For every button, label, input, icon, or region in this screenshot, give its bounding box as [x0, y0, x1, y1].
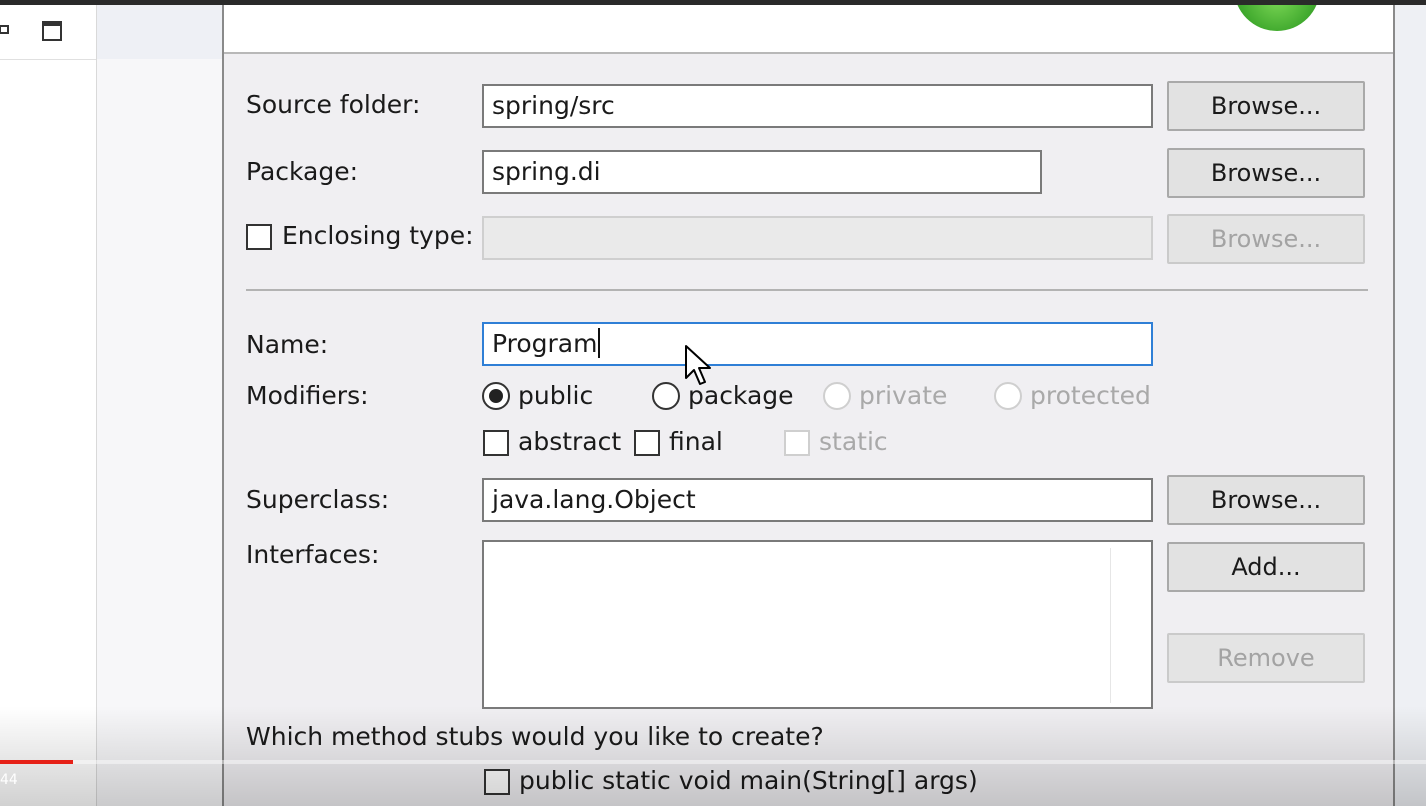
radio-selected-dot [489, 389, 503, 403]
modifier-private-radio[interactable] [823, 382, 851, 410]
right-background-strip [1393, 5, 1426, 806]
modifier-protected-radio[interactable] [994, 382, 1022, 410]
superclass-browse-button[interactable]: Browse... [1167, 475, 1365, 525]
abstract-label: abstract [518, 427, 622, 456]
modifier-public-radio[interactable] [482, 382, 510, 410]
enclosing-type-label: Enclosing type: [282, 221, 474, 250]
final-label: final [669, 427, 723, 456]
name-field[interactable]: Program [482, 322, 1153, 366]
section-separator [246, 289, 1368, 291]
name-field-value: Program [492, 329, 598, 358]
left-view-panel [0, 5, 97, 806]
method-stubs-question: Which method stubs would you like to cre… [246, 722, 824, 751]
abstract-checkbox[interactable] [483, 430, 509, 456]
modifiers-label: Modifiers: [246, 381, 369, 410]
enclosing-type-field[interactable] [482, 216, 1153, 260]
modifier-protected-label: protected [1030, 381, 1151, 410]
interfaces-remove-button[interactable]: Remove [1167, 633, 1365, 683]
enclosing-type-browse-button[interactable]: Browse... [1167, 214, 1365, 264]
static-label: static [819, 427, 888, 456]
package-browse-button[interactable]: Browse... [1167, 148, 1365, 198]
enclosing-type-checkbox[interactable] [246, 224, 272, 250]
left-panel-toolbar [0, 5, 96, 60]
modifier-package-radio[interactable] [652, 382, 680, 410]
final-checkbox[interactable] [634, 430, 660, 456]
video-time-label: 44 [0, 772, 18, 788]
text-caret [598, 328, 601, 358]
name-label: Name: [246, 330, 329, 359]
interfaces-add-button[interactable]: Add... [1167, 542, 1365, 592]
package-field[interactable]: spring.di [482, 150, 1042, 194]
interfaces-list-scrollbar[interactable] [1110, 548, 1111, 703]
wizard-logo-icon [1234, 5, 1320, 31]
editor-area-strip [97, 5, 222, 806]
interfaces-list[interactable] [482, 540, 1153, 709]
restore-icon[interactable] [0, 25, 10, 35]
modifier-private-label: private [859, 381, 948, 410]
editor-area-header [97, 5, 222, 59]
mouse-pointer-icon [685, 345, 711, 385]
modifier-public-label: public [518, 381, 594, 410]
static-checkbox[interactable] [784, 430, 810, 456]
maximize-icon[interactable] [42, 21, 62, 41]
source-folder-field[interactable]: spring/src [482, 84, 1153, 128]
dialog-header [224, 5, 1393, 54]
source-folder-browse-button[interactable]: Browse... [1167, 81, 1365, 131]
main-method-label: public static void main(String[] args) [519, 766, 978, 795]
video-progress-bar[interactable] [0, 760, 73, 764]
video-progress-track[interactable] [0, 760, 1426, 764]
source-folder-label: Source folder: [246, 90, 421, 119]
superclass-label: Superclass: [246, 485, 390, 514]
main-method-checkbox[interactable] [484, 769, 510, 795]
superclass-field[interactable]: java.lang.Object [482, 478, 1153, 522]
package-label: Package: [246, 157, 359, 186]
interfaces-label: Interfaces: [246, 540, 380, 569]
